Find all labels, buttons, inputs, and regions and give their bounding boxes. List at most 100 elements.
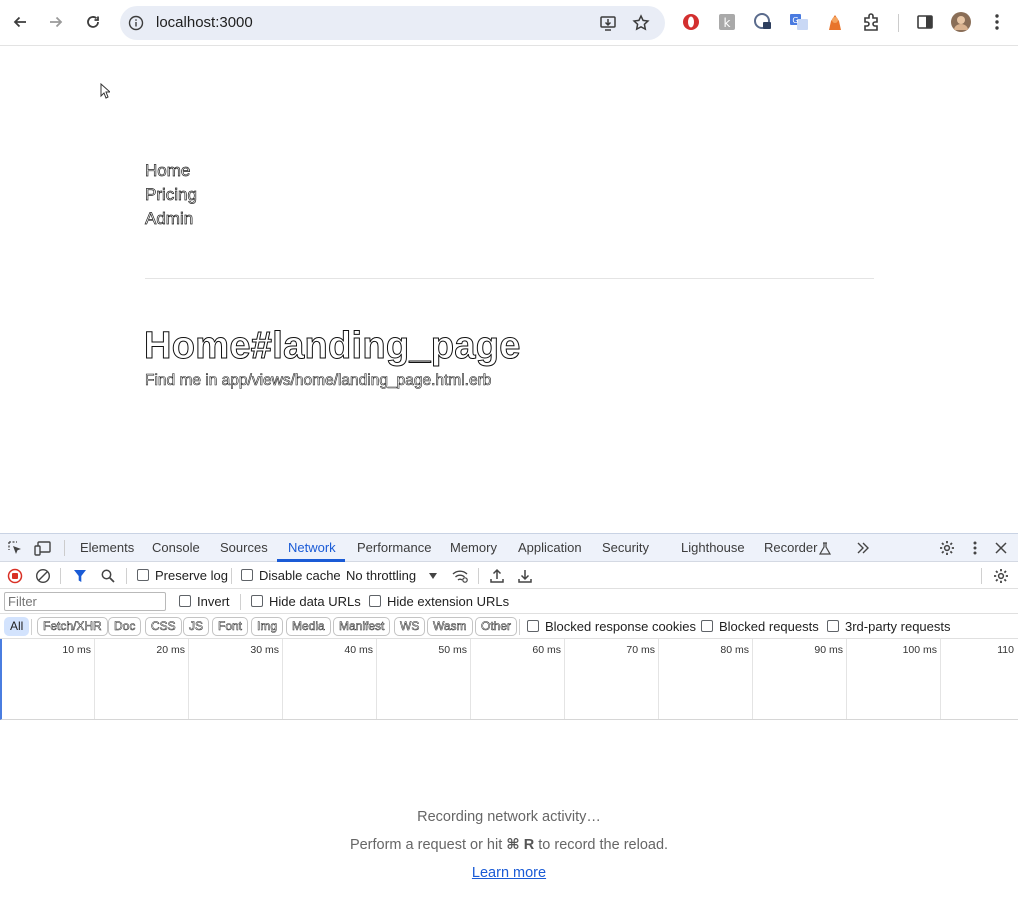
invert-checkbox[interactable] [179,595,191,607]
page-subtext: Find me in app/views/home/landing_page.h… [145,372,492,390]
side-panel-icon[interactable] [914,11,936,33]
toolbar-divider [898,14,899,32]
url-text[interactable]: localhost:3000 [156,14,253,31]
tab-security[interactable]: Security [602,540,649,555]
page-heading: Home#landing_page [144,325,521,368]
tab-recorder[interactable]: Recorder [764,540,817,555]
timeline-grid-line [752,639,753,719]
filter-chip-wasm[interactable]: Wasm [427,617,473,636]
record-stop-icon[interactable] [5,566,25,586]
export-har-icon[interactable] [515,566,535,586]
site-info-icon[interactable] [126,13,146,33]
extension-fox-icon[interactable] [824,11,846,33]
extension-opera-icon[interactable] [680,11,702,33]
close-devtools-icon[interactable] [991,538,1011,558]
timeline-tick-label: 30 ms [250,644,279,656]
nav-link-pricing[interactable]: Pricing [145,185,198,205]
hide-data-urls-label: Hide data URLs [269,594,361,609]
profile-avatar[interactable] [950,11,972,33]
third-party-requests-label: 3rd-party requests [845,619,951,634]
import-har-icon[interactable] [487,566,507,586]
browser-menu-icon[interactable] [986,11,1008,33]
tab-console[interactable]: Console [152,540,200,555]
learn-more-link[interactable]: Learn more [472,865,546,881]
throttling-select[interactable]: No throttling [346,568,416,583]
filter-chip-fetch-xhr[interactable]: Fetch/XHR [37,617,108,636]
blocked-requests-checkbox[interactable] [701,620,713,632]
network-toolbar: Preserve log Disable cache No throttling [0,562,1018,589]
timeline-tick-label: 20 ms [156,644,185,656]
network-conditions-icon[interactable] [450,566,470,586]
preserve-log-checkbox[interactable] [137,569,149,581]
toolbar-separator [231,568,232,584]
tab-network[interactable]: Network [288,540,336,555]
tab-elements[interactable]: Elements [80,540,134,555]
extension-k-icon[interactable]: k [716,11,738,33]
timeline-grid-line [564,639,565,719]
settings-gear-icon[interactable] [937,538,957,558]
extension-translate-icon[interactable]: G [788,11,810,33]
timeline-grid-line [470,639,471,719]
timeline-grid-line [940,639,941,719]
page-viewport: Home Pricing Admin Home#landing_page Fin… [0,47,1018,533]
network-overview-timeline[interactable]: 10 ms 20 ms 30 ms 40 ms 50 ms 60 ms 70 m… [0,639,1018,720]
dropdown-arrow-icon[interactable] [423,566,443,586]
filter-chip-all[interactable]: All [4,617,30,636]
filter-chip-ws[interactable]: WS [394,617,426,636]
filter-chip-manifest[interactable]: Manifest [333,617,391,636]
bookmark-star-icon[interactable] [631,13,651,33]
disable-cache-label: Disable cache [259,568,341,583]
timeline-grid-line [658,639,659,719]
address-bar[interactable]: localhost:3000 [120,6,665,40]
tab-sources[interactable]: Sources [220,540,268,555]
type-filter-row: All Fetch/XHR Doc CSS JS Font Img Media … [0,614,1018,639]
hide-data-urls-checkbox[interactable] [251,595,263,607]
network-settings-gear-icon[interactable] [991,566,1011,586]
timeline-grid-line [376,639,377,719]
toolbar-separator [126,568,127,584]
chip-separator [31,619,32,635]
back-arrow-icon[interactable] [6,8,34,36]
extension-lock-icon[interactable] [752,11,774,33]
tab-lighthouse[interactable]: Lighthouse [681,540,745,555]
timeline-grid-line [846,639,847,719]
nav-link-home[interactable]: Home [145,161,191,181]
timeline-tick-label: 10 ms [62,644,91,656]
timeline-grid-line [188,639,189,719]
extensions-puzzle-icon[interactable] [860,11,882,33]
filter-chip-media[interactable]: Media [286,617,331,636]
filter-chip-img[interactable]: Img [251,617,284,636]
install-app-icon[interactable] [598,13,618,33]
devtools-menu-icon[interactable] [965,538,985,558]
filter-chip-css[interactable]: CSS [145,617,182,636]
nav-link-admin[interactable]: Admin [145,209,194,229]
disable-cache-checkbox[interactable] [241,569,253,581]
filter-chip-doc[interactable]: Doc [108,617,142,636]
clear-log-icon[interactable] [33,566,53,586]
filter-funnel-icon[interactable] [70,566,90,586]
tab-application[interactable]: Application [518,540,582,555]
forward-arrow-icon[interactable] [42,8,70,36]
filter-chip-other[interactable]: Other [475,617,518,636]
inspect-element-icon[interactable] [5,538,25,558]
filter-row: Invert Hide data URLs Hide extension URL… [0,589,1018,614]
tab-performance[interactable]: Performance [357,540,431,555]
filter-chip-js[interactable]: JS [183,617,210,636]
timeline-tick-label: 100 ms [902,644,937,656]
search-icon[interactable] [98,566,118,586]
blocked-response-cookies-checkbox[interactable] [527,620,539,632]
reload-icon[interactable] [79,8,107,36]
filter-input[interactable] [4,592,166,611]
device-toolbar-icon[interactable] [33,538,53,558]
tab-memory[interactable]: Memory [450,540,497,555]
filter-chip-font[interactable]: Font [212,617,249,636]
more-tabs-icon[interactable] [853,538,873,558]
timeline-tick-label: 90 ms [814,644,843,656]
hide-extension-urls-checkbox[interactable] [369,595,381,607]
browser-toolbar: localhost:3000 k G [0,0,1018,46]
timeline-tick-label: 70 ms [626,644,655,656]
third-party-requests-checkbox[interactable] [827,620,839,632]
svg-text:G: G [792,16,798,25]
svg-text:k: k [724,16,731,30]
devtools-panel: Elements Console Sources Network Perform… [0,533,1018,924]
